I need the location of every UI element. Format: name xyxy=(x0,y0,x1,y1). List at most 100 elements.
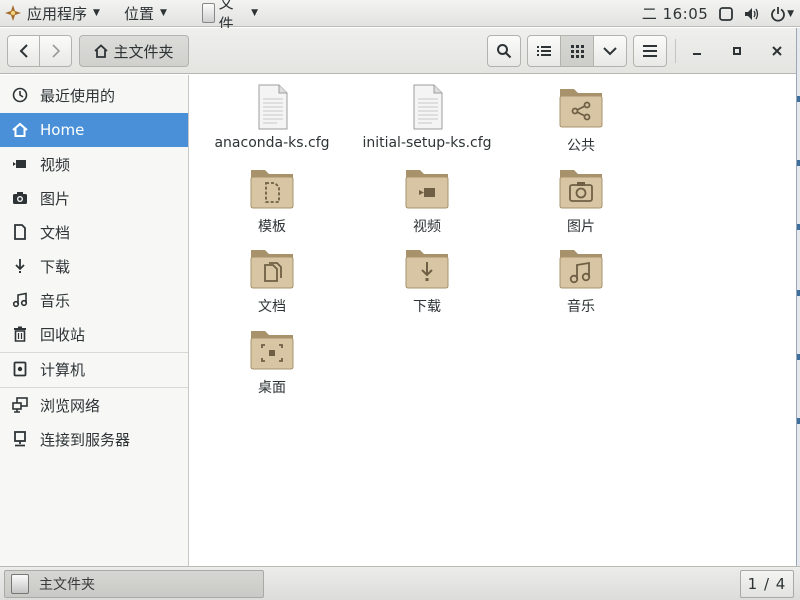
workspace-indicator[interactable]: 1 / 4 xyxy=(740,570,794,598)
sidebar-item-pictures[interactable]: 图片 xyxy=(0,181,188,215)
file-item[interactable]: initial-setup-ks.cfg xyxy=(347,83,507,151)
file-item-label: initial-setup-ks.cfg xyxy=(362,135,492,151)
grid-view-icon xyxy=(570,44,584,58)
header-bar: 主文件夹 xyxy=(0,28,800,74)
applications-menu[interactable]: 应用程序 ▼ xyxy=(0,0,118,27)
search-icon xyxy=(497,44,512,59)
hamburger-icon xyxy=(643,45,657,57)
folder-download-icon xyxy=(405,250,449,289)
sidebar-item-label: 回收站 xyxy=(40,325,86,344)
chevron-down-icon: ▼ xyxy=(251,8,258,18)
places-menu[interactable]: 位置 ▼ xyxy=(118,0,188,27)
sidebar-item-label: 浏览网络 xyxy=(40,396,101,415)
bottom-panel: 主文件夹 1 / 4 xyxy=(0,566,800,600)
sidebar-item-connect-server[interactable]: 连接到服务器 xyxy=(0,422,188,456)
folder-item[interactable]: 视频 xyxy=(347,164,507,236)
minimize-button[interactable] xyxy=(682,35,712,67)
clock[interactable]: 二 16:05 xyxy=(637,3,713,24)
video-icon xyxy=(10,154,30,174)
chevron-down-icon: ▼ xyxy=(160,8,167,18)
back-button[interactable] xyxy=(7,35,40,67)
folder-item[interactable]: 公共 xyxy=(501,83,661,155)
sidebar-item-trash[interactable]: 回收站 xyxy=(0,317,188,351)
screen-icon[interactable] xyxy=(713,0,739,27)
sidebar-item-computer[interactable]: 计算机 xyxy=(0,352,188,386)
sidebar-item-label: 文档 xyxy=(40,223,71,242)
folder-item-label: 图片 xyxy=(567,219,595,235)
applications-menu-label: 应用程序 xyxy=(27,4,88,23)
folder-item-label: 公共 xyxy=(567,138,595,154)
sidebar-item-videos[interactable]: 视频 xyxy=(0,147,188,181)
folder-item[interactable]: 音乐 xyxy=(501,244,661,316)
search-button[interactable] xyxy=(487,35,521,67)
app-menu-button[interactable] xyxy=(633,35,667,67)
download-icon xyxy=(10,256,30,276)
chevron-down-icon xyxy=(603,47,617,56)
folder-item[interactable]: 下载 xyxy=(347,244,507,316)
list-view-icon xyxy=(537,46,551,56)
chevron-left-icon xyxy=(19,44,28,58)
system-tray: 二 16:05 ▼ xyxy=(637,0,800,27)
sidebar-item-label: 下载 xyxy=(40,257,71,276)
server-icon xyxy=(10,429,30,449)
taskbar-window-label: 主文件夹 xyxy=(39,577,95,593)
view-options-button[interactable] xyxy=(593,35,627,67)
sidebar-item-music[interactable]: 音乐 xyxy=(0,283,188,317)
folder-item-label: 模板 xyxy=(258,219,286,235)
folder-share-icon xyxy=(559,89,603,128)
document-icon xyxy=(10,222,30,242)
folder-video-icon xyxy=(405,170,449,209)
sidebar-item-label: 计算机 xyxy=(40,360,86,379)
folder-pictures-icon xyxy=(559,170,603,209)
grid-view-button[interactable] xyxy=(560,35,594,67)
top-panel: 应用程序 ▼ 位置 ▼ 文件 ▼ 二 16:05 ▼ xyxy=(0,0,800,33)
files-app-icon xyxy=(11,574,29,594)
sidebar-item-label: Home xyxy=(40,121,85,139)
chevron-right-icon xyxy=(51,44,60,58)
files-app-menu[interactable]: 文件 ▼ xyxy=(196,0,264,33)
folder-item[interactable]: 桌面 xyxy=(192,325,352,397)
volume-icon[interactable] xyxy=(739,0,765,27)
clock-icon xyxy=(10,85,30,105)
list-view-button[interactable] xyxy=(527,35,561,67)
sidebar: 最近使用的 Home 视频 图片 文档 下载 音乐 回收站 计算机 浏览网络 连… xyxy=(0,75,189,566)
sidebar-item-label: 连接到服务器 xyxy=(40,430,131,449)
close-icon xyxy=(772,46,782,56)
folder-desktop-icon xyxy=(250,331,294,370)
taskbar-window-button[interactable]: 主文件夹 xyxy=(4,570,264,598)
path-bar-home-button[interactable]: 主文件夹 xyxy=(79,35,189,67)
folder-music-icon xyxy=(559,250,603,289)
sidebar-item-documents[interactable]: 文档 xyxy=(0,215,188,249)
home-icon xyxy=(10,120,30,140)
path-bar-label: 主文件夹 xyxy=(113,42,174,61)
minimize-icon xyxy=(693,53,701,55)
folder-item-label: 文档 xyxy=(258,299,286,315)
sidebar-item-downloads[interactable]: 下载 xyxy=(0,249,188,283)
folder-item[interactable]: 文档 xyxy=(192,244,352,316)
file-item-label: anaconda-ks.cfg xyxy=(214,135,330,151)
places-menu-label: 位置 xyxy=(124,4,155,23)
folder-item[interactable]: 图片 xyxy=(501,164,661,236)
folder-item-label: 桌面 xyxy=(258,380,286,396)
close-button[interactable] xyxy=(762,35,792,67)
folder-template-icon xyxy=(250,170,294,209)
folder-item-label: 视频 xyxy=(413,219,441,235)
file-icon-view: anaconda-ks.cfg initial-setup-ks.cfg 公共 … xyxy=(190,75,796,566)
forward-button[interactable] xyxy=(39,35,72,67)
network-icon xyxy=(10,395,30,415)
maximize-button[interactable] xyxy=(722,35,752,67)
folder-item[interactable]: 模板 xyxy=(192,164,352,236)
home-icon xyxy=(94,44,109,58)
trash-icon xyxy=(10,324,30,344)
text-file-icon xyxy=(258,84,288,130)
computer-icon xyxy=(10,359,30,379)
file-item[interactable]: anaconda-ks.cfg xyxy=(192,83,352,151)
sidebar-item-recent[interactable]: 最近使用的 xyxy=(0,78,188,112)
camera-icon xyxy=(10,188,30,208)
folder-item-label: 下载 xyxy=(413,299,441,315)
header-separator xyxy=(675,39,676,63)
sidebar-item-network[interactable]: 浏览网络 xyxy=(0,388,188,422)
chevron-down-icon[interactable]: ▼ xyxy=(787,9,794,19)
sidebar-item-label: 最近使用的 xyxy=(40,86,116,105)
sidebar-item-home[interactable]: Home xyxy=(0,113,188,147)
